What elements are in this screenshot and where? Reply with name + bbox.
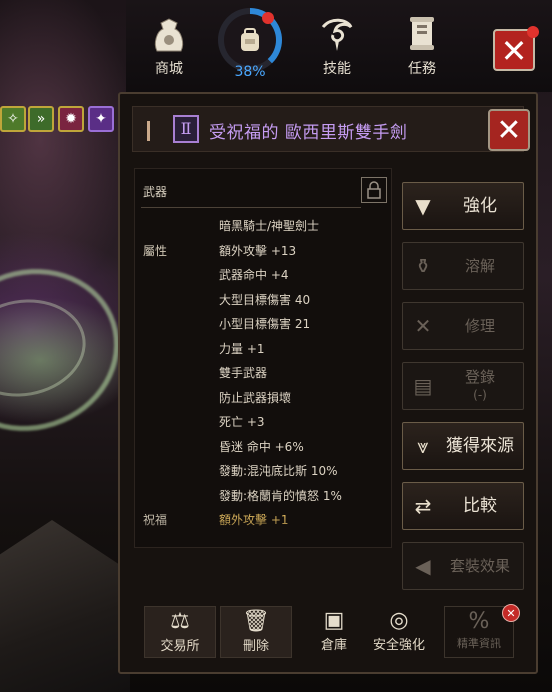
stat-value: 小型目標傷害 21 [219, 317, 311, 331]
stat-value: 暗黑騎士/神聖劍士 [219, 219, 320, 233]
bottom-action-bar: ⚖ 交易所 🗑 刪除 ▣ 倉庫 ◎ 安全強化 % 精準資訊 [144, 606, 524, 662]
stat-value: 力量 +1 [219, 341, 265, 356]
safe-enhance-button[interactable]: ◎ 安全強化 [366, 606, 432, 658]
skills-button[interactable]: 技能 [307, 12, 367, 78]
stone-rubble [0, 520, 130, 692]
chest-icon: ▣ [323, 608, 345, 633]
compare-button[interactable]: ⇄ 比較 [402, 482, 524, 530]
source-button[interactable]: ⩔ 獲得來源 [402, 422, 524, 470]
inventory-weight-percent: 38% [234, 64, 266, 80]
buff-icon-4[interactable]: ✦ [88, 106, 114, 132]
item-type-label: 武器 [143, 185, 168, 199]
scroll-fade [135, 517, 391, 547]
source-label: 獲得來源 [446, 436, 514, 456]
safe-enhance-icon: ◎ [389, 608, 409, 633]
item-grade-badge: Ⅱ [173, 115, 199, 143]
item-detail-panel: Ⅱ 受祝福的 歐西里斯雙手劍 ✕ 武器 暗黑騎士/神聖劍士 屬性 額外攻擊 +13 武… [118, 92, 538, 674]
set-effect-label: 套裝效果 [449, 557, 510, 575]
stat-value: 發動:混沌底比斯 10% [219, 464, 338, 478]
register-button[interactable]: ▤ 登錄 (-) [402, 362, 524, 410]
exchange-label: 交易所 [160, 639, 200, 654]
item-stats-box[interactable]: 武器 暗黑騎士/神聖劍士屬性 額外攻擊 +13 武器命中 +4 大型目標傷害 40 小型… [134, 168, 392, 548]
skills-label: 技能 [323, 61, 351, 77]
gauge-notification-dot [262, 12, 274, 24]
close-icon: ✕ [496, 113, 522, 148]
lock-icon[interactable] [361, 177, 387, 203]
trash-icon: 🗑 [242, 609, 270, 634]
dissolve-button[interactable]: ⚱ 溶解 [402, 242, 524, 290]
dissolve-label: 溶解 [464, 257, 495, 275]
swap-arrows-icon: ⇄ [414, 494, 432, 518]
disabled-badge-icon: ✕ [502, 604, 520, 622]
exchange-button[interactable]: ⚖ 交易所 [144, 606, 216, 658]
stat-value: 防止武器損壞 [219, 390, 292, 405]
buff-icon-2[interactable]: » [28, 106, 54, 132]
safe-enhance-label: 安全強化 [372, 638, 425, 653]
shop-label: 商城 [155, 61, 183, 77]
enhance-label: 強化 [463, 196, 497, 216]
anvil-icon: ▼ [415, 194, 431, 218]
enhance-button[interactable]: ▼ 強化 [402, 182, 524, 230]
quest-scroll-icon [402, 12, 442, 54]
stat-value: 大型目標傷害 40 [219, 292, 311, 307]
item-header: Ⅱ 受祝福的 歐西里斯雙手劍 [132, 106, 524, 152]
register-label: 登錄 (-) [443, 368, 523, 404]
storage-label: 倉庫 [320, 638, 347, 653]
potion-jar-icon: ⚱ [414, 254, 432, 278]
delete-label: 刪除 [242, 639, 269, 654]
delete-button[interactable]: 🗑 刪除 [220, 606, 292, 658]
scales-icon: ⚖ [170, 609, 190, 634]
book-icon: ▤ [413, 374, 433, 398]
panel-close-button[interactable]: ✕ [488, 109, 530, 151]
stats-divider [141, 207, 361, 208]
quests-label: 任務 [408, 61, 436, 77]
stat-value: 昏迷 命中 +6% [219, 439, 304, 454]
stat-value: 雙手武器 [219, 366, 268, 380]
stat-value: 死亡 +3 [219, 415, 265, 429]
repair-label: 修理 [464, 317, 495, 335]
header-accent-bar [147, 121, 150, 141]
stat-category-label: 屬性 [143, 243, 168, 258]
shop-bag-icon [149, 12, 189, 54]
triangle-left-icon: ◀ [415, 554, 431, 578]
stat-value: 額外攻擊 +13 [219, 243, 297, 258]
register-sub: (-) [473, 388, 487, 402]
buff-icon-3[interactable]: ✹ [58, 106, 84, 132]
compare-label: 比較 [463, 496, 497, 516]
stat-value: 發動:格蘭肯的憤怒 1% [219, 488, 342, 503]
buff-icon-1[interactable]: ✧ [0, 106, 26, 132]
source-chevron-icon: ⩔ [417, 434, 429, 458]
item-name: 受祝福的 歐西里斯雙手劍 [209, 123, 408, 143]
close-icon: ✕ [500, 32, 528, 70]
set-effect-button[interactable]: ◀ 套裝效果 [402, 542, 524, 590]
shop-button[interactable]: 商城 [139, 12, 199, 78]
stat-value: 武器命中 +4 [219, 268, 289, 282]
repair-tools-icon: ✕ [414, 314, 432, 338]
storage-button[interactable]: ▣ 倉庫 [304, 606, 364, 658]
close-notification-dot [527, 26, 539, 38]
fine-info-label: 精準資訊 [457, 637, 501, 650]
skill-swirl-icon [317, 12, 357, 54]
repair-button[interactable]: ✕ 修理 [402, 302, 524, 350]
quests-button[interactable]: 任務 [392, 12, 452, 78]
register-text: 登錄 [464, 368, 495, 386]
